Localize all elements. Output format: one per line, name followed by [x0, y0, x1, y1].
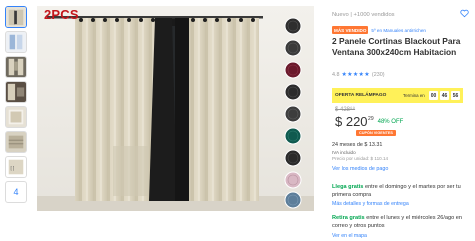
rating-row[interactable]: 4.8 ★★★★★ (230) — [332, 71, 385, 79]
current-price-cents: 29 — [368, 116, 374, 122]
timer-seconds: 56 — [451, 91, 460, 100]
condition-sales: Nuevo | +1000 vendidos — [332, 12, 395, 18]
coupon-tag: CUPÓN VIGENTES — [356, 130, 396, 136]
category-ranking-link[interactable]: 5º en Manuales antirrichen — [371, 28, 426, 33]
pcs-badge: 2PCS — [44, 7, 79, 22]
star-rating-icon: ★★★★★ — [341, 72, 370, 78]
free-shipping-label: Llega gratis — [332, 184, 364, 190]
installments-text: 24 meses de $ 13.31 — [332, 142, 383, 148]
flash-sale-banner: OFERTA RELÁMPAGO Termina en 00 46 56 — [332, 88, 463, 103]
more-images-count: 4 — [13, 187, 19, 197]
payment-methods-link[interactable]: Ver los medios de pago — [332, 166, 388, 172]
flash-sale-label: OFERTA RELÁMPAGO — [335, 93, 387, 98]
color-swatch[interactable] — [284, 171, 302, 189]
more-images-thumbnail[interactable]: 4 — [5, 181, 27, 203]
product-title: 2 Panele Cortinas Blackout Para Ventana … — [332, 36, 461, 57]
main-product-image[interactable] — [37, 6, 314, 211]
product-info-panel: Nuevo | +1000 vendidos MÁS VENDIDO 5º en… — [332, 0, 475, 241]
color-swatch[interactable] — [284, 39, 302, 57]
pickup-info: Retira gratis entre el lunes y el miérco… — [332, 214, 472, 230]
rating-value: 4.8 — [332, 71, 340, 78]
color-swatch[interactable] — [284, 61, 302, 79]
timer-minutes: 46 — [440, 91, 449, 100]
thumbnail-4[interactable] — [5, 81, 27, 103]
map-link[interactable]: Ver en el mapa — [332, 233, 367, 239]
image-gallery: [ ] 4 2PCS — [0, 0, 326, 241]
thumbnail-2[interactable] — [5, 31, 27, 53]
color-swatch[interactable] — [284, 83, 302, 101]
color-swatch[interactable] — [284, 127, 302, 145]
tax-included-text: IVA incluido — [332, 150, 356, 155]
color-swatch[interactable] — [284, 17, 302, 35]
discount-percent: 48% OFF — [377, 119, 404, 125]
color-swatch[interactable] — [284, 149, 302, 167]
thumbnail-3[interactable] — [5, 56, 27, 78]
unit-price-text: Precio por unidad: $ 110.14 — [332, 156, 389, 161]
svg-text:[ ]: [ ] — [11, 166, 15, 171]
thumbnail-1[interactable] — [5, 6, 27, 28]
thumbnail-5[interactable] — [5, 106, 27, 128]
color-swatch[interactable] — [284, 191, 302, 209]
review-count: (230) — [371, 71, 385, 78]
timer-label: Termina en — [403, 93, 425, 98]
color-swatch[interactable] — [284, 105, 302, 123]
heart-icon[interactable] — [460, 9, 469, 18]
free-shipping-info: Llega gratis entre el domingo y el marte… — [332, 183, 472, 199]
current-price: $ 220 — [335, 114, 368, 129]
thumbnail-6[interactable] — [5, 131, 27, 153]
best-seller-badge: MÁS VENDIDO — [332, 26, 369, 34]
original-price: $ 428⁸⁸ — [335, 107, 356, 113]
thumbnail-list: [ ] 4 — [5, 6, 29, 206]
thumbnail-7[interactable]: [ ] — [5, 156, 27, 178]
pickup-label: Retira gratis — [332, 215, 365, 221]
badges-row: MÁS VENDIDO 5º en Manuales antirrichen — [332, 26, 426, 34]
timer-hours: 00 — [429, 91, 438, 100]
price-row: $ 220 29 48% OFF — [335, 114, 403, 129]
shipping-options-link[interactable]: Más detalles y formas de entrega — [332, 201, 409, 207]
